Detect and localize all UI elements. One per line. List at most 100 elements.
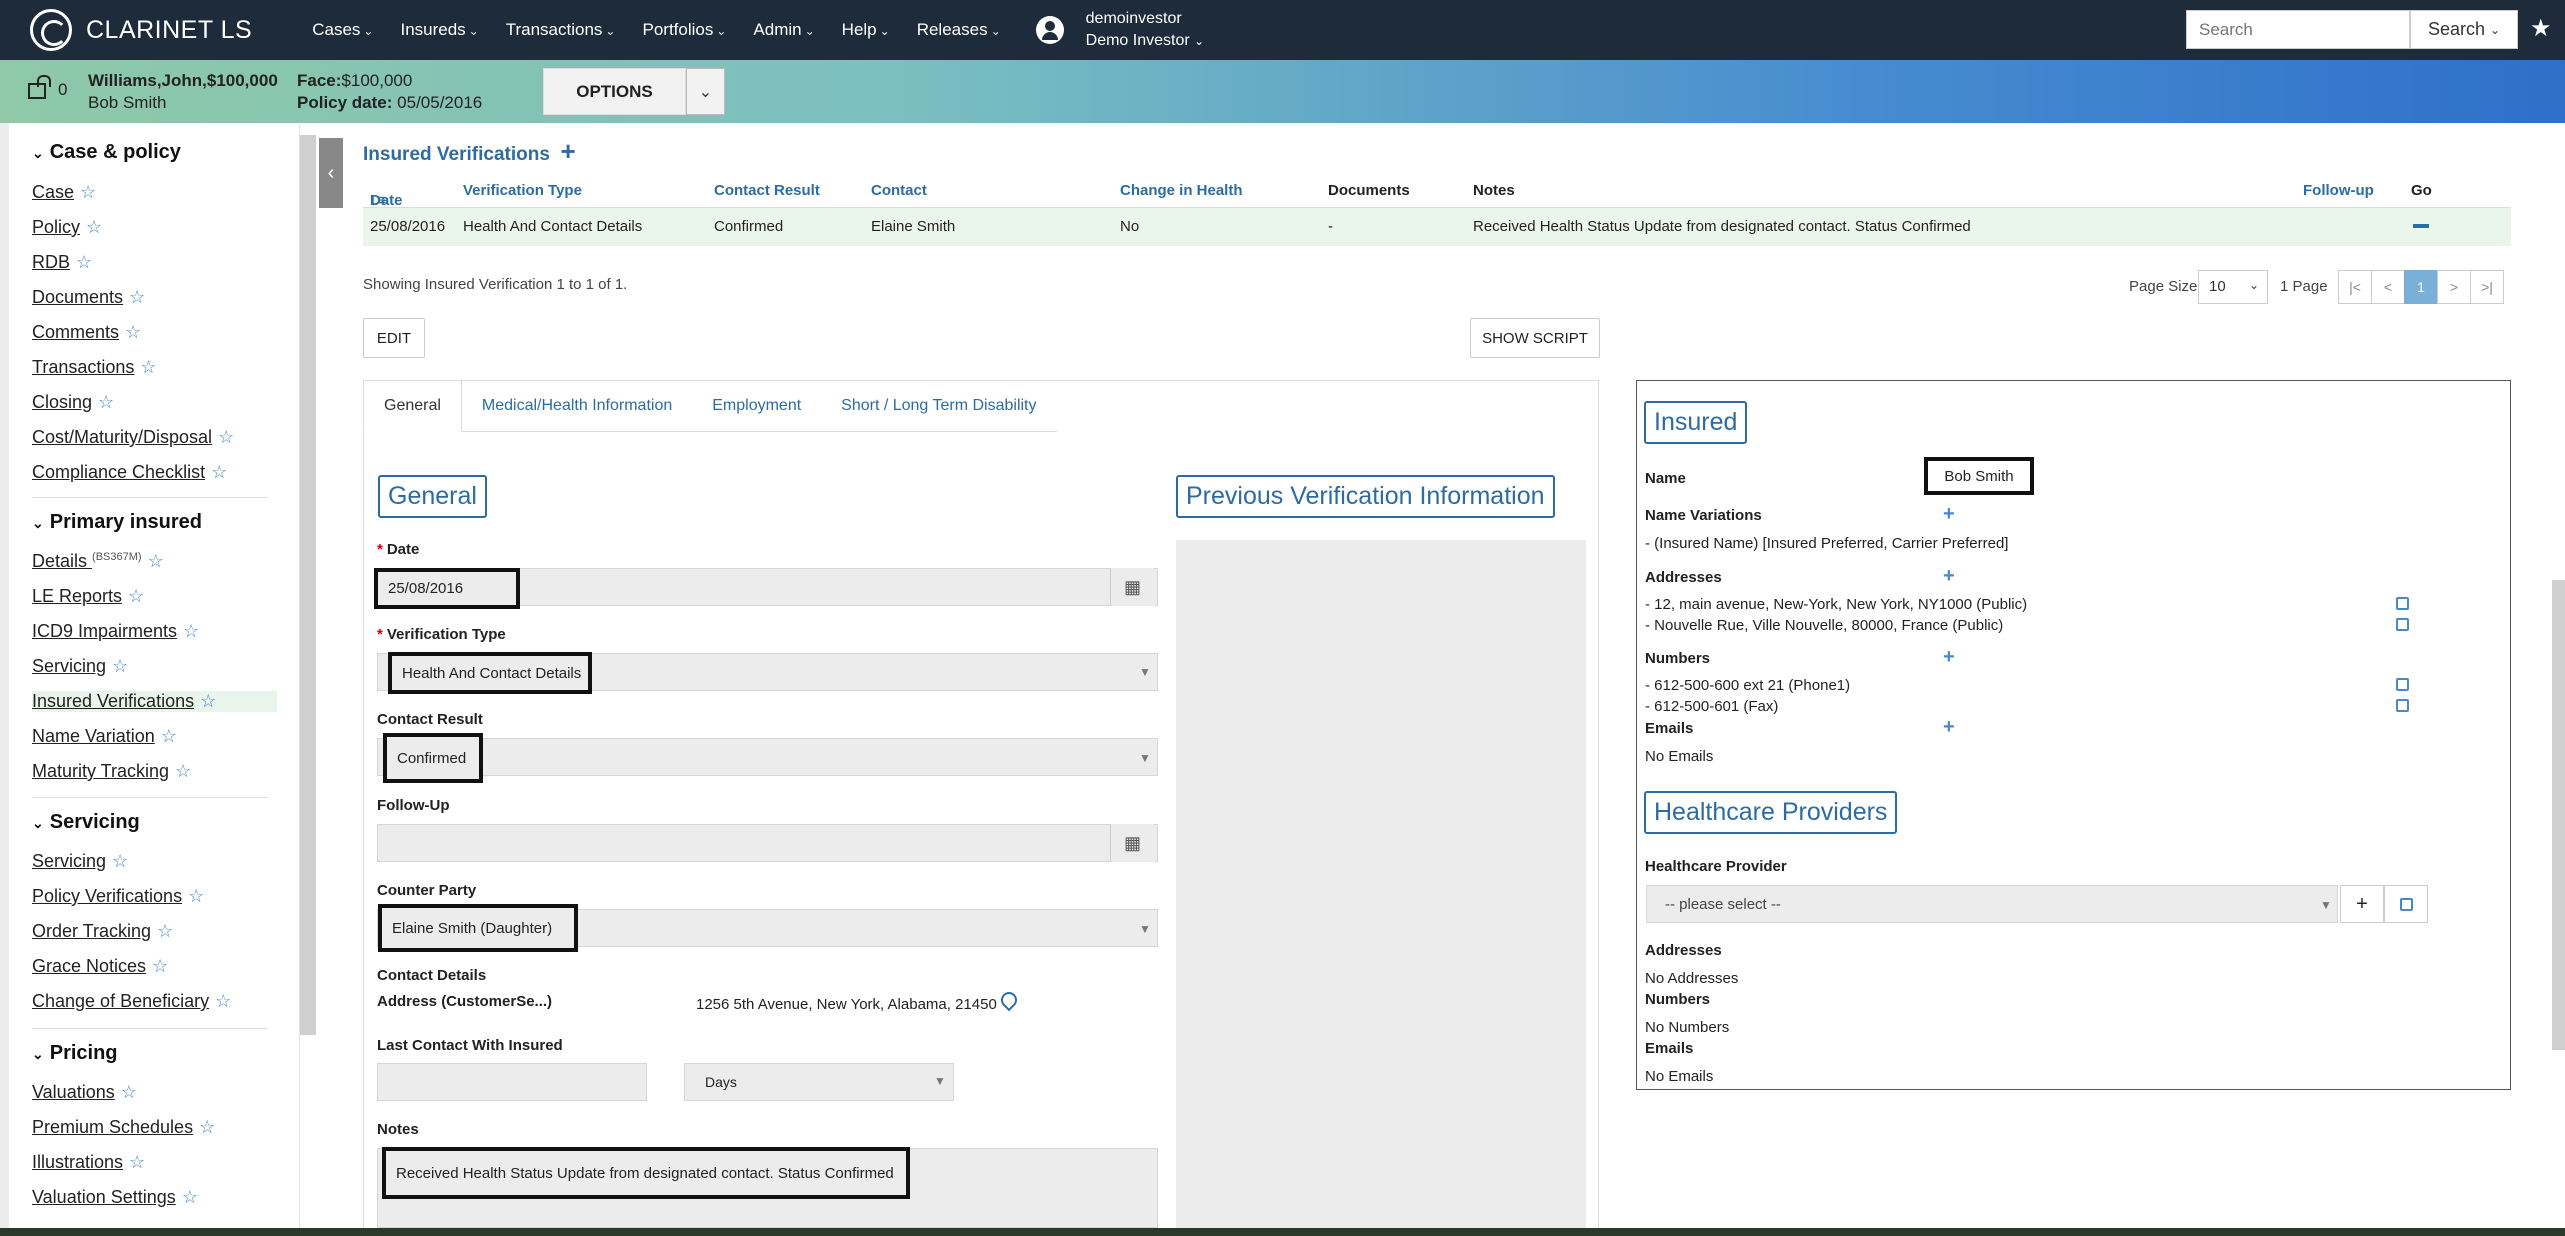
star-icon[interactable]: ☆ — [175, 761, 191, 782]
col-contact[interactable]: Contact — [871, 182, 927, 199]
sidebar-item-servicing-2[interactable]: Servicing ☆ — [32, 851, 128, 872]
contact-result-value[interactable]: Confirmed — [383, 733, 483, 783]
sidebar-item-cost-maturity[interactable]: Cost/Maturity/Disposal ☆ — [32, 427, 234, 448]
main-scrollbar[interactable] — [2552, 580, 2565, 1050]
options-dropdown-toggle[interactable]: ⌄ — [686, 68, 725, 115]
tab-general[interactable]: General — [363, 380, 462, 432]
star-icon[interactable]: ☆ — [152, 956, 168, 977]
contact-result-select[interactable] — [377, 738, 1158, 776]
star-icon[interactable]: ☆ — [80, 182, 96, 203]
edit-icon[interactable] — [2396, 678, 2409, 691]
add-number-icon[interactable]: + — [1943, 646, 1955, 669]
sidebar-scrollbar[interactable] — [300, 135, 316, 1035]
next-page-button[interactable]: > — [2437, 270, 2471, 304]
sidebar-item-policy[interactable]: Policy ☆ — [32, 217, 102, 238]
sidebar-section-primary-insured[interactable]: ⌄ Primary insured — [32, 511, 202, 534]
table-row[interactable]: 25/08/2016 Health And Contact Details Co… — [363, 208, 2511, 246]
sidebar-item-details[interactable]: Details (BS367M) ☆ — [32, 551, 164, 572]
prev-page-button[interactable]: < — [2371, 270, 2405, 304]
star-icon[interactable]: ☆ — [183, 621, 199, 642]
sidebar-section-pricing[interactable]: ⌄ Pricing — [32, 1042, 118, 1065]
star-icon[interactable]: ☆ — [128, 586, 144, 607]
page-size-select[interactable]: 10 ⌄ — [2198, 270, 2268, 304]
show-script-button[interactable]: SHOW SCRIPT — [1470, 318, 1600, 358]
counter-party-value[interactable]: Elaine Smith (Daughter) — [378, 904, 578, 952]
col-change-health[interactable]: Change in Health — [1120, 182, 1243, 199]
star-icon[interactable]: ☆ — [211, 462, 227, 483]
last-contact-input[interactable] — [377, 1063, 647, 1101]
edit-icon[interactable] — [2396, 618, 2409, 631]
sidebar-item-servicing[interactable]: Servicing ☆ — [32, 656, 128, 677]
star-icon[interactable]: ☆ — [199, 1117, 215, 1138]
col-verification-type[interactable]: Verification Type — [463, 182, 582, 199]
verification-type-value[interactable]: Health And Contact Details — [388, 652, 592, 694]
page-1-button[interactable]: 1 — [2404, 270, 2438, 304]
options-button[interactable]: OPTIONS — [543, 68, 686, 115]
add-provider-button[interactable]: + — [2340, 885, 2384, 923]
star-icon[interactable]: ☆ — [98, 392, 114, 413]
star-icon[interactable]: ☆ — [125, 322, 141, 343]
add-name-variation-icon[interactable]: + — [1943, 503, 1955, 526]
star-icon[interactable]: ☆ — [218, 427, 234, 448]
sidebar-item-name-variation[interactable]: Name Variation ☆ — [32, 726, 177, 747]
nav-help[interactable]: Help ⌄ — [842, 20, 890, 40]
star-icon[interactable]: ☆ — [112, 851, 128, 872]
star-icon[interactable]: ☆ — [112, 656, 128, 677]
first-page-button[interactable]: |< — [2338, 270, 2372, 304]
nav-transactions[interactable]: Transactions ⌄ — [506, 20, 616, 40]
star-icon[interactable]: ☆ — [148, 551, 164, 572]
star-icon[interactable]: ☆ — [200, 691, 216, 712]
sidebar-item-valuations[interactable]: Valuations ☆ — [32, 1082, 137, 1103]
sidebar-item-maturity-tracking[interactable]: Maturity Tracking ☆ — [32, 761, 191, 782]
sidebar-item-comments[interactable]: Comments ☆ — [32, 322, 141, 343]
sidebar-item-transactions[interactable]: Transactions ☆ — [32, 357, 157, 378]
nav-insureds[interactable]: Insureds ⌄ — [400, 20, 478, 40]
sidebar-item-valuation-settings[interactable]: Valuation Settings ☆ — [32, 1187, 198, 1208]
sidebar-item-le-reports[interactable]: LE Reports ☆ — [32, 586, 144, 607]
star-icon[interactable]: ☆ — [121, 1082, 137, 1103]
star-icon[interactable]: ☆ — [161, 726, 177, 747]
tab-employment[interactable]: Employment — [692, 380, 822, 432]
calendar-icon[interactable]: ▦ — [1110, 824, 1154, 862]
follow-up-field[interactable] — [377, 824, 1158, 862]
sidebar-item-illustrations[interactable]: Illustrations ☆ — [32, 1152, 145, 1173]
sidebar-item-grace-notices[interactable]: Grace Notices ☆ — [32, 956, 168, 977]
sidebar-item-closing[interactable]: Closing ☆ — [32, 392, 114, 413]
sidebar-item-order-tracking[interactable]: Order Tracking ☆ — [32, 921, 173, 942]
star-icon[interactable]: ☆ — [76, 252, 92, 273]
lock-icon[interactable] — [28, 75, 51, 99]
notes-value[interactable]: Received Health Status Update from desig… — [382, 1147, 910, 1199]
sidebar-section-case-policy[interactable]: ⌄ Case & policy — [32, 141, 181, 164]
star-icon[interactable]: ☆ — [215, 991, 231, 1012]
add-icon[interactable]: + — [560, 136, 575, 166]
sidebar-item-change-beneficiary[interactable]: Change of Beneficiary ☆ — [32, 991, 231, 1012]
collapse-row-icon[interactable] — [2413, 224, 2429, 228]
sidebar-item-case[interactable]: Case ☆ — [32, 182, 96, 203]
star-icon[interactable]: ☆ — [140, 357, 156, 378]
edit-button[interactable]: EDIT — [363, 318, 425, 358]
sidebar-item-compliance[interactable]: Compliance Checklist ☆ — [32, 462, 227, 483]
edit-provider-button[interactable] — [2384, 885, 2428, 923]
add-email-icon[interactable]: + — [1943, 716, 1955, 739]
nav-admin[interactable]: Admin ⌄ — [753, 20, 814, 40]
sidebar-item-insured-verifications[interactable]: Insured Verifications ☆ — [32, 691, 277, 712]
healthcare-provider-select[interactable]: -- please select -- — [1646, 885, 2338, 923]
calendar-icon[interactable]: ▦ — [1110, 568, 1154, 606]
star-icon[interactable]: ☆ — [129, 1152, 145, 1173]
star-icon[interactable]: ☆ — [188, 886, 204, 907]
sidebar-item-policy-verifications[interactable]: Policy Verifications ☆ — [32, 886, 204, 907]
sidebar-item-documents[interactable]: Documents ☆ — [32, 287, 145, 308]
star-icon[interactable]: ☆ — [182, 1187, 198, 1208]
sidebar-item-icd9[interactable]: ICD9 Impairments ☆ — [32, 621, 199, 642]
col-follow-up[interactable]: Follow-up — [2303, 182, 2374, 199]
edit-icon[interactable] — [2396, 597, 2409, 610]
nav-portfolios[interactable]: Portfolios ⌄ — [642, 20, 726, 40]
sidebar-item-rdb[interactable]: RDB ☆ — [32, 252, 92, 273]
nav-cases[interactable]: Cases ⌄ — [312, 20, 373, 40]
nav-releases[interactable]: Releases ⌄ — [917, 20, 1001, 40]
date-value[interactable]: 25/08/2016 — [374, 568, 520, 609]
star-icon[interactable]: ☆ — [86, 217, 102, 238]
user-menu[interactable]: demoinvestor Demo Investor ⌄ — [1035, 8, 1204, 52]
collapse-sidebar-button[interactable]: ‹ — [319, 138, 343, 208]
tab-disability[interactable]: Short / Long Term Disability — [821, 380, 1057, 432]
